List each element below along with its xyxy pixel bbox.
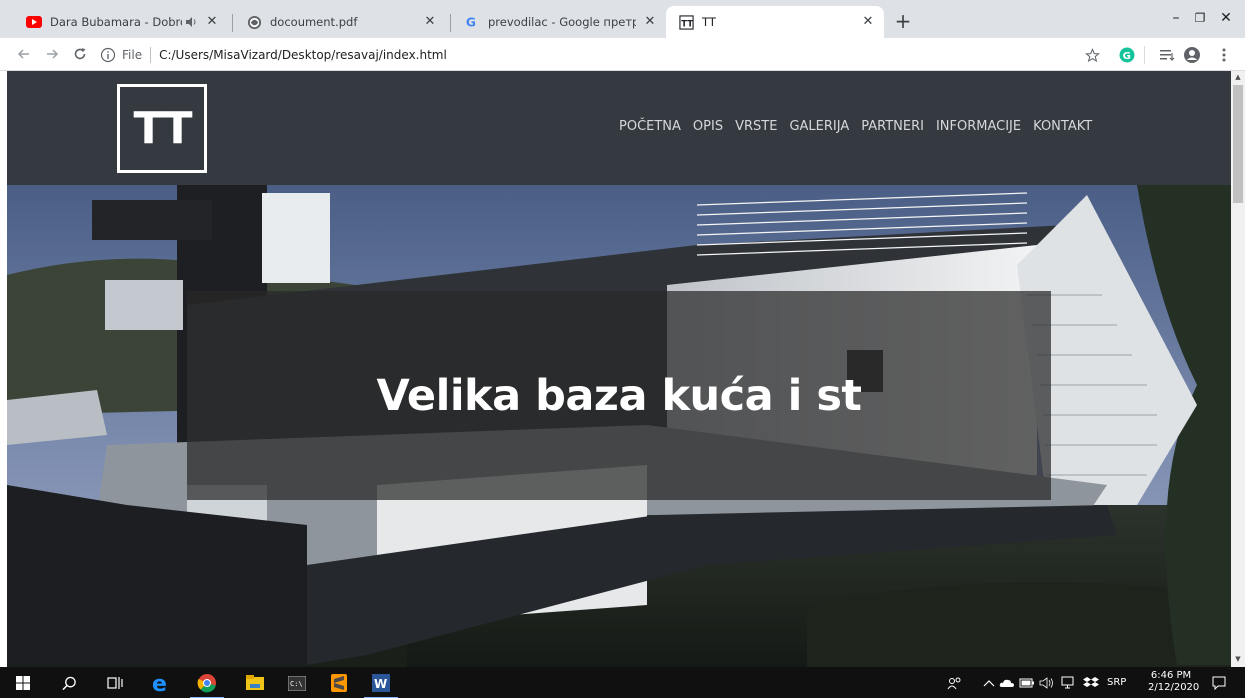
onedrive-cloud-icon[interactable]	[996, 672, 1018, 694]
word-taskbar-icon[interactable]: W	[364, 672, 398, 698]
battery-icon[interactable]	[1016, 672, 1038, 694]
scheme-label: File	[122, 48, 143, 62]
reload-button[interactable]	[70, 44, 90, 64]
windows-taskbar: e C:\ W SRP 6:46 PM 2/12/2020	[0, 667, 1245, 698]
close-tab-icon[interactable]: ✕	[642, 14, 658, 30]
hero-heading: Velika baza kuća i st	[376, 370, 862, 421]
arrow-right-icon	[47, 49, 59, 59]
hero-section: Velika baza kuća i st	[7, 185, 1231, 667]
tab-title: Dara Bubamara - Dobro jutro	[50, 15, 182, 29]
svg-text:e: e	[152, 673, 167, 693]
chrome-taskbar-icon[interactable]	[190, 672, 224, 698]
command-prompt-icon[interactable]: C:\	[286, 672, 308, 694]
notification-center-icon[interactable]	[1208, 672, 1230, 694]
tab-title: docoument.pdf	[270, 15, 358, 29]
speaker-icon[interactable]	[184, 15, 198, 29]
tab-title: prevodilac - Google претрага	[488, 15, 636, 29]
toolbar-divider	[1144, 46, 1145, 64]
minimize-button[interactable]: –	[1166, 8, 1186, 28]
close-tab-icon[interactable]: ✕	[204, 14, 220, 30]
tab-strip: Dara Bubamara - Dobro jutro ✕ docoument.…	[0, 0, 1245, 38]
task-view-icon[interactable]	[104, 672, 126, 694]
back-button[interactable]	[14, 44, 34, 64]
nav-link-vrste[interactable]: VRSTE	[735, 119, 777, 134]
google-icon: G	[464, 14, 480, 30]
nav-link-pocetna[interactable]: POČETNA	[619, 119, 681, 134]
url-text: C:/Users/MisaVizard/Desktop/resavaj/inde…	[159, 48, 447, 62]
profile-avatar-icon[interactable]	[1183, 46, 1201, 64]
nav-link-galerija[interactable]: GALERIJA	[789, 119, 849, 134]
svg-text:G: G	[466, 15, 476, 29]
tt-icon: TT	[678, 14, 694, 30]
svg-text:C:\: C:\	[290, 680, 303, 688]
hero-overlay: Velika baza kuća i st	[187, 291, 1051, 500]
tab-pdf[interactable]: docoument.pdf ✕	[234, 6, 446, 38]
people-icon[interactable]	[944, 672, 966, 694]
svg-text:W: W	[374, 677, 387, 691]
youtube-icon	[26, 14, 42, 30]
site-logo[interactable]: TT	[117, 84, 207, 173]
search-icon[interactable]	[58, 672, 80, 694]
close-tab-icon[interactable]: ✕	[422, 14, 438, 30]
nav-link-kontakt[interactable]: KONTAKT	[1033, 119, 1092, 134]
info-icon	[100, 47, 116, 63]
forward-button[interactable]	[42, 44, 62, 64]
reload-icon	[74, 48, 86, 60]
scroll-down-arrow-icon[interactable]: ▼	[1234, 655, 1242, 663]
tab-tt[interactable]: TT TT ✕	[666, 6, 884, 38]
input-language[interactable]: SRP	[1107, 667, 1126, 698]
main-nav: POČETNA OPIS VRSTE GALERIJA PARTNERI INF…	[619, 119, 1092, 134]
system-clock[interactable]: 6:46 PM 2/12/2020	[1148, 670, 1200, 694]
page-viewport: TT POČETNA OPIS VRSTE GALERIJA PARTNERI …	[7, 71, 1231, 667]
close-tab-icon[interactable]: ✕	[860, 14, 876, 30]
browser-toolbar: File C:/Users/MisaVizard/Desktop/resavaj…	[0, 38, 1245, 71]
more-menu-icon[interactable]	[1215, 46, 1233, 64]
tab-title: TT	[702, 15, 716, 29]
new-tab-button[interactable]: +	[893, 11, 913, 32]
arrow-left-icon	[17, 49, 29, 59]
site-header: TT POČETNA OPIS VRSTE GALERIJA PARTNERI …	[7, 71, 1231, 185]
tab-divider	[232, 14, 233, 32]
network-icon[interactable]	[1058, 672, 1080, 694]
svg-text:G: G	[1123, 51, 1131, 62]
dropbox-icon[interactable]	[1080, 672, 1102, 694]
grammarly-extension-icon[interactable]: G	[1118, 46, 1136, 64]
address-bar[interactable]: File C:/Users/MisaVizard/Desktop/resavaj…	[100, 43, 1100, 67]
bookmark-star-icon[interactable]	[1083, 46, 1101, 64]
scrollbar-thumb[interactable]	[1233, 85, 1243, 203]
reading-list-icon[interactable]	[1158, 46, 1176, 64]
tab-google[interactable]: G prevodilac - Google претрага ✕	[452, 6, 666, 38]
windows-start-icon[interactable]	[12, 672, 34, 694]
nav-link-partneri[interactable]: PARTNERI	[861, 119, 924, 134]
address-divider	[150, 47, 152, 63]
tab-divider	[450, 14, 451, 32]
edge-browser-icon[interactable]: e	[150, 672, 172, 694]
restore-button[interactable]: ❐	[1190, 8, 1210, 28]
volume-icon[interactable]	[1036, 672, 1058, 694]
svg-text:TT: TT	[681, 18, 693, 28]
file-explorer-icon[interactable]	[244, 672, 266, 694]
sublime-text-icon[interactable]	[328, 672, 350, 694]
tab-youtube[interactable]: Dara Bubamara - Dobro jutro ✕	[14, 6, 228, 38]
globe-icon	[246, 14, 262, 30]
scroll-up-arrow-icon[interactable]: ▲	[1234, 73, 1242, 81]
close-window-button[interactable]: ✕	[1216, 8, 1236, 28]
nav-link-opis[interactable]: OPIS	[693, 119, 723, 134]
nav-link-informacije[interactable]: INFORMACIJE	[936, 119, 1021, 134]
page-scrollbar[interactable]: ▲ ▼	[1231, 71, 1245, 667]
clock-time: 6:46 PM	[1150, 670, 1192, 681]
clock-date: 2/12/2020	[1148, 682, 1200, 693]
